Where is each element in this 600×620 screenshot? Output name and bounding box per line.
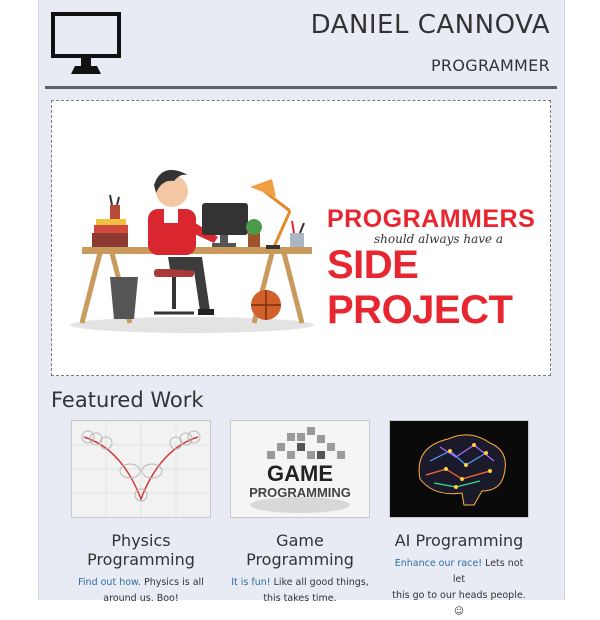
card-title[interactable]: AI Programming — [389, 531, 529, 550]
card-physics-programming: Physics Programming Find out how. Physic… — [71, 420, 211, 607]
game-thumb-text-1: GAME — [267, 461, 333, 486]
card-description: Find out how. Physics is all around us. … — [71, 575, 211, 607]
card-text: this go to our heads people. ☺ — [392, 590, 526, 617]
site-owner-name: DANIEL CANNOVA — [310, 10, 550, 40]
physics-thumbnail[interactable] — [71, 420, 211, 518]
card-title-line: AI Programming — [394, 531, 524, 550]
game-thumbnail[interactable]: GAME PROGRAMMING — [230, 420, 370, 518]
card-description: It is fun! Like all good things, this ta… — [230, 575, 370, 607]
hero-headline-programmers: PROGRAMMERS — [327, 205, 536, 233]
card-text: this takes time. — [263, 593, 337, 604]
card-title-line: Programming — [87, 550, 195, 569]
card-title-line: Game — [276, 531, 324, 550]
card-ai-programming: AI Programming Enhance our race! Lets no… — [389, 420, 529, 620]
card-title[interactable]: Game Programming — [230, 531, 370, 569]
card-game-programming: GAME PROGRAMMING Game Programming It is … — [230, 420, 370, 607]
card-link-it-is-fun[interactable]: It is fun! — [231, 577, 270, 588]
monitor-icon[interactable] — [51, 12, 121, 76]
hero-headline-side-project: SIDE PROJECT — [327, 243, 513, 332]
card-link-find-out-how[interactable]: Find out how. — [78, 577, 141, 588]
page-container: DANIEL CANNOVA PROGRAMMER PROGRAMMERS sh… — [38, 0, 565, 617]
hero-banner: PROGRAMMERS should always have a SIDE PR… — [51, 100, 551, 376]
card-text: around us. Boo! — [103, 593, 179, 604]
featured-work-heading: Featured Work — [51, 388, 204, 412]
ai-thumbnail[interactable] — [389, 420, 529, 518]
card-title-line: Programming — [246, 550, 354, 569]
card-description: Enhance our race! Lets not let this go t… — [389, 556, 529, 620]
card-text: Physics is all — [140, 577, 204, 588]
header-divider — [45, 86, 557, 89]
card-text: Like all good things, — [270, 577, 369, 588]
site-owner-role: PROGRAMMER — [430, 56, 550, 75]
card-title-line: Physics — [111, 531, 171, 550]
game-thumb-text-2: PROGRAMMING — [249, 485, 351, 500]
card-title[interactable]: Physics Programming — [71, 531, 211, 569]
card-link-enhance-our-race[interactable]: Enhance our race! — [395, 558, 482, 569]
